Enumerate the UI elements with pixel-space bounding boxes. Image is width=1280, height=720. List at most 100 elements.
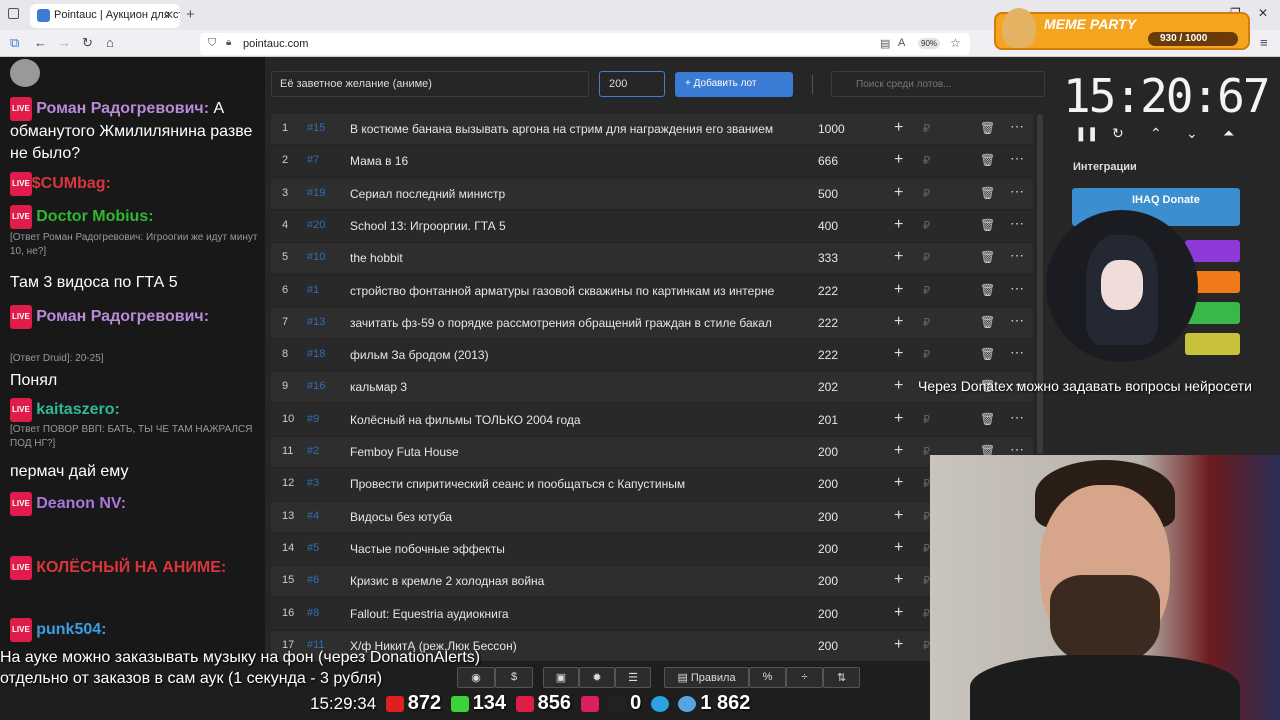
add-amount-icon[interactable]: + [894, 248, 903, 266]
back-icon[interactable]: ← [34, 35, 47, 50]
add-amount-icon[interactable]: + [894, 345, 903, 363]
lot-title[interactable]: Кризис в кремле 2 холодная война [350, 574, 790, 588]
delete-icon[interactable]: 🗑︎ [980, 283, 995, 297]
reader-view-icon[interactable]: ▤ [880, 37, 890, 50]
add-amount-icon[interactable]: + [894, 604, 903, 622]
integrations-header[interactable]: Интеграции [1063, 154, 1243, 178]
chevron-down-icon[interactable]: ⌄ [1186, 125, 1198, 142]
more-icon[interactable]: ⋯ [1010, 183, 1024, 200]
delete-icon[interactable]: 🗑︎ [980, 250, 995, 264]
delete-icon[interactable]: 🗑︎ [980, 186, 995, 200]
lot-amount[interactable]: 200 [818, 574, 838, 588]
lot-row[interactable]: 15 #6 Кризис в кремле 2 холодная война 200 +… [271, 566, 1033, 597]
lot-row[interactable]: 8 #18 фильм За бродом (2013) 222 + ₽ 🗑︎ ⋯ [271, 340, 1033, 371]
lot-title[interactable]: Femboy Futa House [350, 445, 790, 459]
add-lot-button[interactable]: + Добавить лот [675, 72, 793, 97]
restart-icon[interactable]: ↻ [1112, 125, 1124, 142]
github-icon[interactable]: ◉ [457, 667, 495, 688]
lot-title[interactable]: Провести спиритический сеанс и пообщатьс… [350, 477, 790, 491]
lot-amount[interactable]: 200 [818, 445, 838, 459]
lot-amount[interactable]: 222 [818, 284, 838, 298]
sort-icon[interactable]: ⇅ [823, 667, 860, 688]
delete-icon[interactable]: 🗑︎ [980, 347, 995, 361]
chevron-up-icon[interactable]: ⌃ [1150, 125, 1162, 142]
delete-icon[interactable]: 🗑︎ [980, 121, 995, 135]
forward-icon[interactable]: → [58, 35, 71, 50]
add-amount-icon[interactable]: + [894, 216, 903, 234]
lot-title[interactable]: кальмар 3 [350, 380, 790, 394]
lot-row[interactable]: 16#8Fallout: Equestria аудиокнига200+₽🗑︎… [271, 598, 1033, 629]
percent-button[interactable]: % [749, 667, 786, 688]
lot-amount[interactable]: 333 [818, 251, 838, 265]
lot-name-input[interactable]: Её заветное желание (аниме) [271, 71, 589, 97]
bookmark-star-icon[interactable]: ☆ [950, 36, 961, 50]
lot-amount[interactable]: 200 [818, 542, 838, 556]
delete-icon[interactable]: 🗑︎ [980, 218, 995, 232]
menu-icon[interactable]: ≡ [1260, 35, 1268, 50]
lot-row[interactable]: 4 #20 School 13: Игрооргии. ГТА 5 400 + ₽ 🗑︎ ⋯ [271, 210, 1033, 241]
delete-icon[interactable]: 🗑︎ [980, 315, 995, 329]
lot-amount[interactable]: 202 [818, 380, 838, 394]
lot-amount[interactable]: 201 [818, 413, 838, 427]
lot-row[interactable]: 11 #2 Femboy Futa House 200 + ₽ 🗑︎ ⋯ [271, 437, 1033, 467]
lot-row[interactable]: 13#4Видосы без ютуба200+₽🗑︎⋯ [271, 501, 1033, 532]
lot-row[interactable]: 3 #19 Сериал последний министр 500 + ₽ 🗑︎ ⋯ [271, 178, 1033, 209]
more-icon[interactable]: ⋯ [1010, 247, 1024, 264]
lot-row[interactable]: 12 #3 Провести спиритический сеанс и пообщ… [271, 469, 1033, 500]
lot-title[interactable]: Видосы без ютуба [350, 510, 790, 524]
lot-amount[interactable]: 1000 [818, 122, 845, 136]
lot-title[interactable]: зачитать фз-59 о порядке рассмотрения об… [350, 316, 790, 330]
lock-icon[interactable]: 🔒︎ [226, 37, 231, 48]
zoom-level[interactable]: 90% [918, 38, 941, 49]
scrollbar[interactable] [1037, 114, 1043, 454]
lot-row[interactable]: 14#5Частые побочные эффекты200+₽🗑︎⋯ [271, 533, 1033, 564]
add-amount-icon[interactable]: + [894, 539, 903, 557]
lot-amount[interactable]: 200 [818, 607, 838, 621]
delete-icon[interactable]: 🗑︎ [980, 153, 995, 167]
lot-amount[interactable]: 500 [818, 187, 838, 201]
translate-icon[interactable]: A [898, 37, 905, 49]
new-tab-icon[interactable]: + [186, 6, 195, 23]
lot-amount[interactable]: 200 [818, 477, 838, 491]
home-icon[interactable]: ⌂ [106, 35, 114, 50]
lot-amount[interactable]: 222 [818, 316, 838, 330]
more-icon[interactable]: ⋯ [1010, 280, 1024, 297]
more-icon[interactable]: ⋯ [1010, 215, 1024, 232]
search-input[interactable]: Поиск среди лотов... [831, 71, 1045, 97]
close-tab-icon[interactable]: ✕ [164, 8, 174, 22]
lot-amount[interactable]: 222 [818, 348, 838, 362]
lot-row[interactable]: 7 #13 зачитать фз-59 о порядке рассмотрени… [271, 307, 1033, 338]
add-amount-icon[interactable]: + [894, 410, 903, 428]
reload-icon[interactable]: ↻ [82, 35, 93, 51]
delete-icon[interactable]: 🗑︎ [980, 412, 995, 426]
add-amount-icon[interactable]: + [894, 571, 903, 589]
lot-title[interactable]: Fallout: Equestria аудиокнига [350, 607, 790, 621]
add-amount-icon[interactable]: + [894, 442, 903, 460]
lot-title[interactable]: В костюме банана вызывать аргона на стри… [350, 122, 790, 136]
add-amount-icon[interactable]: + [894, 119, 903, 137]
add-amount-icon[interactable]: + [894, 507, 903, 525]
more-icon[interactable]: ⋯ [1010, 312, 1024, 329]
lot-row[interactable]: 2 #7 Мама в 16 666 + ₽ 🗑︎ ⋯ [271, 146, 1033, 177]
add-amount-icon[interactable]: + [894, 377, 903, 395]
sidebar-toggle-icon[interactable]: ⧉ [10, 35, 19, 51]
lot-title[interactable]: Сериал последний министр [350, 187, 790, 201]
add-amount-icon[interactable]: + [894, 281, 903, 299]
integration-button-yellow[interactable] [1185, 333, 1240, 355]
archive-icon[interactable]: ☰ [615, 667, 651, 688]
double-chevron-up-icon[interactable]: ⏶ [1223, 125, 1234, 142]
save-icon[interactable]: ▣ [543, 667, 579, 688]
lot-row[interactable]: 6 #1 стройство фонтанной арматуры газовой … [271, 275, 1033, 306]
dollar-button[interactable]: $ [495, 667, 533, 688]
more-icon[interactable]: ⋯ [1010, 150, 1024, 167]
add-amount-icon[interactable]: + [894, 184, 903, 202]
close-window-icon[interactable]: ✕ [1258, 6, 1268, 20]
lot-title[interactable]: Колёсный на фильмы ТОЛЬКО 2004 года [350, 413, 790, 427]
pause-icon[interactable]: ❚❚ [1075, 125, 1098, 142]
lot-amount[interactable]: 666 [818, 154, 838, 168]
sidebar-icon[interactable] [8, 8, 19, 19]
split-icon[interactable]: ÷ [786, 667, 823, 688]
lot-title[interactable]: стройство фонтанной арматуры газовой скв… [350, 284, 790, 298]
add-amount-icon[interactable]: + [894, 636, 903, 654]
more-icon[interactable]: ⋯ [1010, 409, 1024, 426]
